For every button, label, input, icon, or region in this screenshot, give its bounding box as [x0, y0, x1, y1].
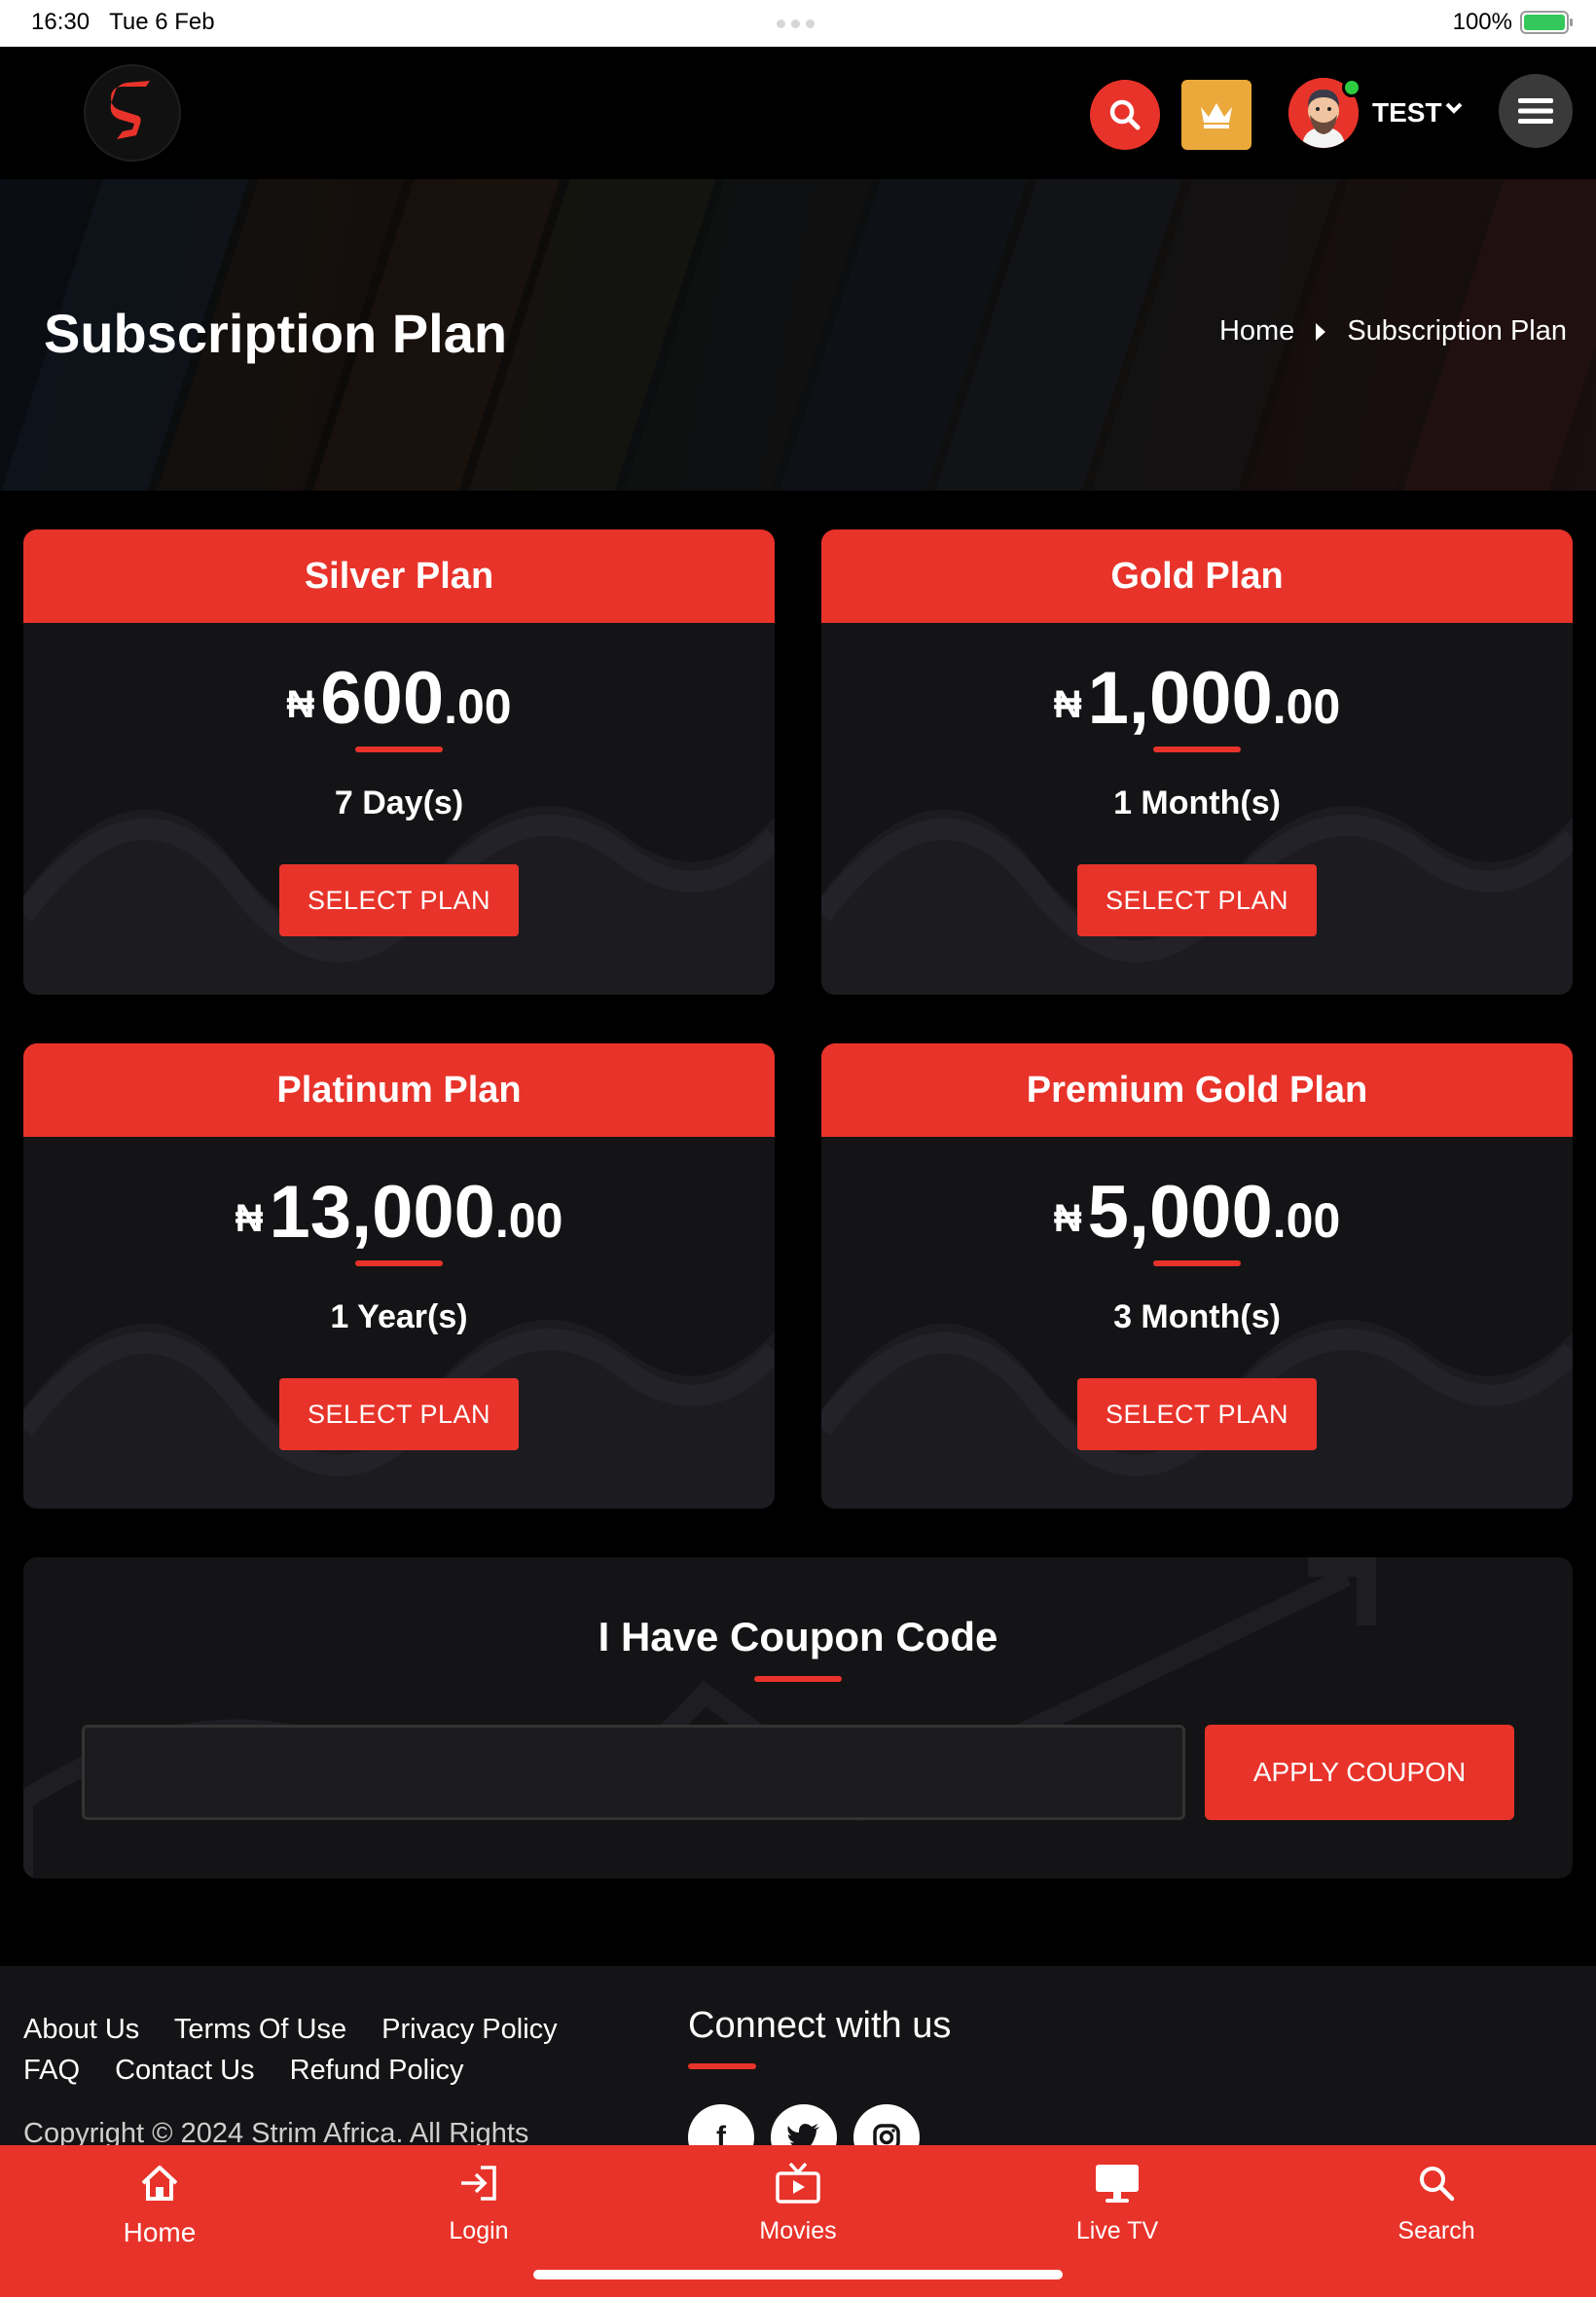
plan-name: Gold Plan — [821, 529, 1573, 623]
site-header: TEST — [0, 47, 1596, 179]
tab-search-label: Search — [1397, 2217, 1475, 2244]
plan-duration: 1 Month(s) — [1113, 784, 1281, 821]
tab-search[interactable]: Search — [1359, 2159, 1514, 2245]
battery-percent: 100% — [1452, 9, 1512, 35]
plan-name: Platinum Plan — [23, 1043, 775, 1137]
menu-button[interactable] — [1499, 74, 1573, 148]
footer-link-contact[interactable]: Contact Us — [115, 2055, 254, 2086]
login-icon — [461, 2166, 496, 2201]
hamburger-icon — [1518, 98, 1553, 124]
select-plan-button[interactable]: SELECT PLAN — [279, 1378, 519, 1450]
tab-movies[interactable]: Movies — [720, 2159, 876, 2245]
connect-title-underline — [688, 2063, 756, 2069]
footer-link-faq[interactable]: FAQ — [23, 2055, 80, 2086]
plan-duration: 7 Day(s) — [334, 784, 464, 821]
footer-link-privacy[interactable]: Privacy Policy — [381, 2014, 558, 2045]
footer-link-terms[interactable]: Terms Of Use — [174, 2014, 346, 2045]
coupon-title: I Have Coupon Code — [598, 1614, 998, 1659]
chevron-down-icon[interactable] — [1444, 101, 1464, 115]
tab-movies-label: Movies — [759, 2217, 837, 2244]
plan-name: Premium Gold Plan — [821, 1043, 1573, 1137]
search-icon — [1420, 2167, 1455, 2202]
search-icon — [1109, 99, 1141, 130]
status-bar: 16:30 Tue 6 Feb 100% — [0, 0, 1596, 47]
site-logo[interactable] — [84, 64, 181, 162]
connect-title: Connect with us — [688, 2005, 952, 2046]
apply-coupon-button[interactable]: APPLY COUPON — [1205, 1725, 1514, 1820]
plan-price: ₦600.00 — [286, 657, 512, 740]
plan-card-premium-gold: Premium Gold Plan ₦5,000.00 3 Month(s) S… — [821, 1043, 1573, 1509]
coupon-title-underline — [754, 1676, 842, 1682]
home-icon — [141, 2166, 178, 2201]
coupon-code-input[interactable] — [82, 1725, 1185, 1820]
footer-links: About Us Terms Of Use Privacy Policy FAQ… — [23, 2009, 585, 2091]
tab-live-tv[interactable]: Live TV — [1039, 2159, 1195, 2245]
tab-home-label: Home — [123, 2217, 197, 2247]
header-search-button[interactable] — [1090, 80, 1160, 150]
tab-live-tv-label: Live TV — [1075, 2217, 1159, 2244]
price-underline — [1153, 747, 1241, 752]
movies-icon — [776, 2162, 820, 2204]
price-underline — [355, 1260, 443, 1266]
tab-login-label: Login — [449, 2217, 509, 2244]
page-banner: Subscription Plan Home Subscription Plan — [0, 179, 1596, 491]
select-plan-button[interactable]: SELECT PLAN — [279, 864, 519, 936]
price-underline — [355, 747, 443, 752]
breadcrumb-current: Subscription Plan — [1347, 315, 1567, 346]
footer-link-refund[interactable]: Refund Policy — [290, 2055, 464, 2086]
plan-price: ₦13,000.00 — [235, 1171, 563, 1254]
user-name[interactable]: TEST — [1372, 97, 1442, 128]
plan-price: ₦1,000.00 — [1053, 657, 1341, 740]
live-tv-icon — [1096, 2165, 1139, 2203]
subscription-crown-button[interactable] — [1181, 80, 1251, 150]
battery-indicator: 100% — [1452, 9, 1573, 36]
coupon-background-arrow — [23, 1557, 1376, 1878]
plan-name: Silver Plan — [23, 529, 775, 623]
plan-card-gold: Gold Plan ₦1,000.00 1 Month(s) SELECT PL… — [821, 529, 1573, 995]
plan-duration: 3 Month(s) — [1113, 1298, 1281, 1335]
tab-login[interactable]: Login — [401, 2159, 557, 2245]
plan-card-silver: Silver Plan ₦600.00 7 Day(s) SELECT PLAN — [23, 529, 775, 995]
status-time: 16:30 Tue 6 Feb — [31, 9, 215, 35]
coupon-section: I Have Coupon Code APPLY COUPON — [23, 1557, 1573, 1878]
plan-duration: 1 Year(s) — [330, 1298, 468, 1335]
select-plan-button[interactable]: SELECT PLAN — [1077, 1378, 1317, 1450]
home-indicator[interactable] — [533, 2270, 1063, 2279]
breadcrumb: Home Subscription Plan — [1219, 315, 1567, 347]
breadcrumb-separator-icon — [1316, 322, 1326, 341]
breadcrumb-home-link[interactable]: Home — [1219, 315, 1294, 347]
tab-home[interactable]: Home — [82, 2159, 237, 2248]
multitask-dots[interactable] — [777, 19, 819, 28]
plan-card-platinum: Platinum Plan ₦13,000.00 1 Year(s) SELEC… — [23, 1043, 775, 1509]
select-plan-button[interactable]: SELECT PLAN — [1077, 864, 1317, 936]
page-title: Subscription Plan — [44, 303, 508, 364]
battery-icon — [1520, 11, 1573, 34]
price-underline — [1153, 1260, 1241, 1266]
crown-icon — [1201, 103, 1232, 128]
logo-s-icon — [110, 81, 150, 139]
online-status-dot — [1342, 78, 1361, 97]
plan-price: ₦5,000.00 — [1053, 1171, 1341, 1254]
footer-link-about[interactable]: About Us — [23, 2014, 139, 2045]
